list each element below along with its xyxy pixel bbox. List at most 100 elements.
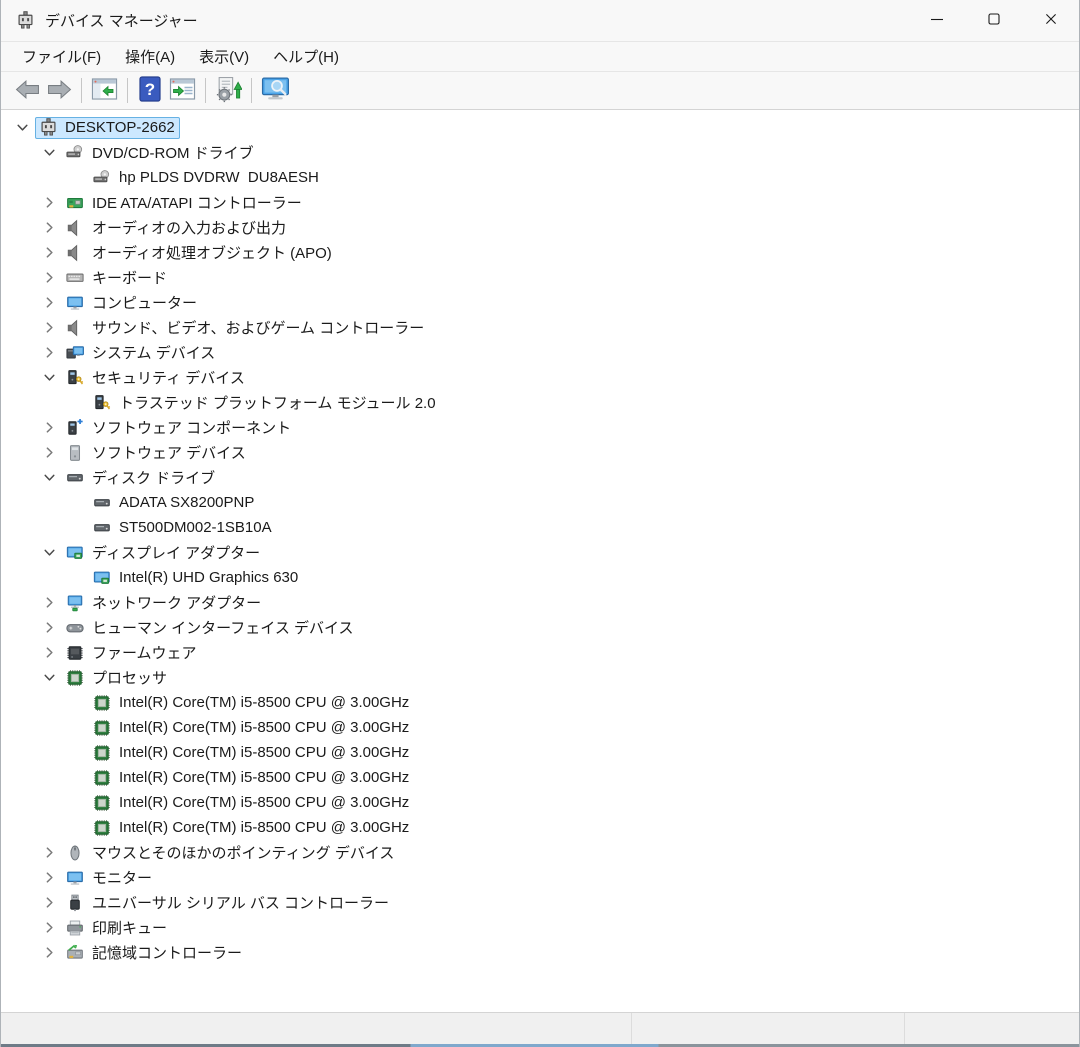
- chevron-right-icon[interactable]: [36, 240, 62, 265]
- status-bar: [1, 1012, 1079, 1044]
- tree-item[interactable]: ディスプレイ アダプター: [1, 540, 1079, 565]
- chevron-right-icon[interactable]: [36, 640, 62, 665]
- tree-item[interactable]: DVD/CD-ROM ドライブ: [1, 140, 1079, 165]
- tree-item-content: DVD/CD-ROM ドライブ: [62, 142, 259, 164]
- tree-item[interactable]: モニター: [1, 865, 1079, 890]
- tree-item[interactable]: IDE ATA/ATAPI コントローラー: [1, 190, 1079, 215]
- chevron-down-icon[interactable]: [36, 140, 62, 165]
- chevron-right-icon[interactable]: [36, 590, 62, 615]
- tree-item-label: DVD/CD-ROM ドライブ: [92, 145, 254, 162]
- tree-item[interactable]: セキュリティ デバイス: [1, 365, 1079, 390]
- tree-item[interactable]: オーディオの入力および出力: [1, 215, 1079, 240]
- chevron-right-icon[interactable]: [36, 415, 62, 440]
- software-device-icon: [65, 444, 85, 462]
- tree-item[interactable]: ADATA SX8200PNP: [1, 490, 1079, 515]
- tree-item[interactable]: Intel(R) Core(TM) i5-8500 CPU @ 3.00GHz: [1, 815, 1079, 840]
- chevron-right-icon[interactable]: [36, 265, 62, 290]
- tree-item[interactable]: ソフトウェア デバイス: [1, 440, 1079, 465]
- tree-item[interactable]: オーディオ処理オブジェクト (APO): [1, 240, 1079, 265]
- show-console-tree-button[interactable]: [88, 76, 121, 106]
- tree-item[interactable]: プロセッサ: [1, 665, 1079, 690]
- tree-item[interactable]: Intel(R) Core(TM) i5-8500 CPU @ 3.00GHz: [1, 690, 1079, 715]
- chevron-right-icon[interactable]: [36, 615, 62, 640]
- chevron-right-icon[interactable]: [36, 890, 62, 915]
- chevron-right-icon[interactable]: [36, 290, 62, 315]
- processor-icon: [92, 744, 112, 762]
- usb-icon: [65, 894, 85, 912]
- chevron-down-icon[interactable]: [9, 115, 35, 140]
- chevron-right-icon[interactable]: [36, 190, 62, 215]
- tree-item[interactable]: ディスク ドライブ: [1, 465, 1079, 490]
- hid-icon: [65, 619, 85, 637]
- close-icon: [1044, 12, 1058, 29]
- chevron-down-icon[interactable]: [36, 540, 62, 565]
- forward-button[interactable]: [43, 76, 75, 106]
- tree-item[interactable]: キーボード: [1, 265, 1079, 290]
- tree-item[interactable]: hp PLDS DVDRW DU8AESH: [1, 165, 1079, 190]
- chevron-right-icon[interactable]: [36, 340, 62, 365]
- tree-item[interactable]: サウンド、ビデオ、およびゲーム コントローラー: [1, 315, 1079, 340]
- arrow-left-icon: [15, 79, 40, 103]
- chevron-right-icon[interactable]: [36, 440, 62, 465]
- tree-item[interactable]: ファームウェア: [1, 640, 1079, 665]
- tree-item-content: ADATA SX8200PNP: [89, 492, 259, 514]
- menu-view[interactable]: 表示(V): [187, 42, 261, 71]
- tree-item[interactable]: Intel(R) Core(TM) i5-8500 CPU @ 3.00GHz: [1, 765, 1079, 790]
- tree-item-label: サウンド、ビデオ、およびゲーム コントローラー: [92, 320, 425, 337]
- tree-item[interactable]: コンピューター: [1, 290, 1079, 315]
- processor-icon: [92, 694, 112, 712]
- tree-item-label: トラステッド プラットフォーム モジュール 2.0: [119, 395, 436, 412]
- tree-item[interactable]: 記憶域コントローラー: [1, 940, 1079, 965]
- chevron-down-icon[interactable]: [36, 365, 62, 390]
- tree-item[interactable]: ST500DM002-1SB10A: [1, 515, 1079, 540]
- tree-item[interactable]: Intel(R) Core(TM) i5-8500 CPU @ 3.00GHz: [1, 790, 1079, 815]
- chevron-right-icon[interactable]: [36, 215, 62, 240]
- menu-help[interactable]: ヘルプ(H): [261, 42, 351, 71]
- tree-item-label: Intel(R) Core(TM) i5-8500 CPU @ 3.00GHz: [119, 694, 410, 711]
- tree-item-label: プロセッサ: [92, 670, 168, 687]
- chevron-right-icon[interactable]: [36, 865, 62, 890]
- close-button[interactable]: [1022, 0, 1079, 41]
- chevron-right-icon[interactable]: [36, 915, 62, 940]
- status-section-2: [631, 1013, 904, 1044]
- tree-item[interactable]: ネットワーク アダプター: [1, 590, 1079, 615]
- tree-item[interactable]: Intel(R) UHD Graphics 630: [1, 565, 1079, 590]
- properties-button[interactable]: [166, 76, 199, 106]
- tree-item[interactable]: 印刷キュー: [1, 915, 1079, 940]
- monitor-icon: [65, 294, 85, 312]
- tree-item-label: Intel(R) Core(TM) i5-8500 CPU @ 3.00GHz: [119, 794, 410, 811]
- tree-item[interactable]: ヒューマン インターフェイス デバイス: [1, 615, 1079, 640]
- tree-item[interactable]: ソフトウェア コンポーネント: [1, 415, 1079, 440]
- display-icon: [92, 569, 112, 587]
- audio-icon: [65, 319, 85, 337]
- minimize-button[interactable]: [908, 0, 965, 41]
- menu-file[interactable]: ファイル(F): [10, 42, 113, 71]
- scan-hardware-changes-button[interactable]: [212, 76, 245, 106]
- menu-bar: ファイル(F) 操作(A) 表示(V) ヘルプ(H): [1, 41, 1079, 72]
- tree-item-content: Intel(R) Core(TM) i5-8500 CPU @ 3.00GHz: [89, 742, 414, 764]
- help-button[interactable]: ?: [134, 76, 166, 106]
- search-computers-button[interactable]: [258, 76, 295, 106]
- tree-item[interactable]: マウスとそのほかのポインティング デバイス: [1, 840, 1079, 865]
- tree-item-content: オーディオ処理オブジェクト (APO): [62, 242, 337, 264]
- tree-item[interactable]: システム デバイス: [1, 340, 1079, 365]
- menu-action[interactable]: 操作(A): [113, 42, 187, 71]
- tree-item-label: Intel(R) Core(TM) i5-8500 CPU @ 3.00GHz: [119, 744, 410, 761]
- tree-item[interactable]: ユニバーサル シリアル バス コントローラー: [1, 890, 1079, 915]
- chevron-down-icon[interactable]: [36, 665, 62, 690]
- chevron-right-icon[interactable]: [36, 315, 62, 340]
- disk-icon: [92, 494, 112, 512]
- tree-item-content: ST500DM002-1SB10A: [89, 517, 277, 539]
- tree-item[interactable]: トラステッド プラットフォーム モジュール 2.0: [1, 390, 1079, 415]
- back-button[interactable]: [11, 76, 43, 106]
- tree-item[interactable]: Intel(R) Core(TM) i5-8500 CPU @ 3.00GHz: [1, 740, 1079, 765]
- chevron-right-icon[interactable]: [36, 840, 62, 865]
- tree-item[interactable]: Intel(R) Core(TM) i5-8500 CPU @ 3.00GHz: [1, 715, 1079, 740]
- computer-search-icon: [261, 76, 292, 106]
- chevron-right-icon[interactable]: [36, 940, 62, 965]
- tree-item[interactable]: DESKTOP-2662: [1, 115, 1079, 140]
- maximize-button[interactable]: [965, 0, 1022, 41]
- chevron-down-icon[interactable]: [36, 465, 62, 490]
